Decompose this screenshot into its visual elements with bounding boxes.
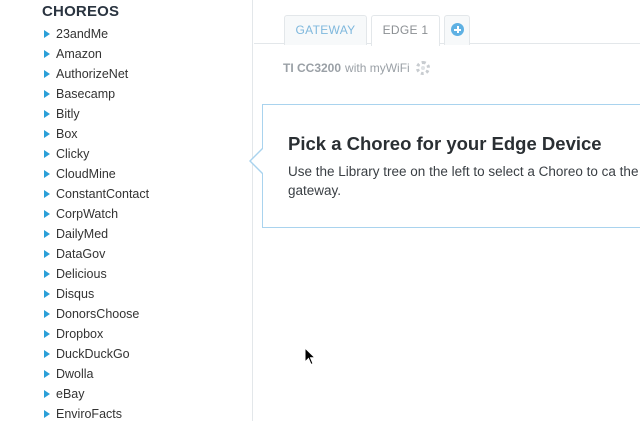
choreo-item[interactable]: CloudMine [44, 164, 149, 184]
choreo-item[interactable]: eBay [44, 384, 149, 404]
expand-triangle-icon[interactable] [44, 270, 50, 278]
expand-triangle-icon[interactable] [44, 210, 50, 218]
choreo-item[interactable]: Amazon [44, 44, 149, 64]
choreo-item[interactable]: DonorsChoose [44, 304, 149, 324]
expand-triangle-icon[interactable] [44, 190, 50, 198]
expand-triangle-icon[interactable] [44, 70, 50, 78]
choreo-item[interactable]: AuthorizeNet [44, 64, 149, 84]
callout-text: Use the Library tree on the left to sele… [288, 164, 639, 198]
pick-choreo-callout: Pick a Choreo for your Edge Device Use t… [249, 104, 640, 228]
add-tab-button[interactable] [444, 15, 470, 45]
choreo-label[interactable]: EnviroFacts [56, 407, 122, 421]
choreo-library-sidebar: CHOREOS 23andMe Amazon AuthorizeNet Base… [0, 0, 253, 421]
sidebar-heading: CHOREOS [42, 3, 120, 20]
expand-triangle-icon[interactable] [44, 330, 50, 338]
expand-triangle-icon[interactable] [44, 50, 50, 58]
expand-triangle-icon[interactable] [44, 30, 50, 38]
expand-triangle-icon[interactable] [44, 170, 50, 178]
choreo-item[interactable]: Basecamp [44, 84, 149, 104]
choreo-item[interactable]: Disqus [44, 284, 149, 304]
choreo-label[interactable]: Dropbox [56, 327, 103, 341]
choreo-label[interactable]: Clicky [56, 147, 89, 161]
choreo-label[interactable]: eBay [56, 387, 85, 401]
choreo-item[interactable]: Delicious [44, 264, 149, 284]
tab-edge-1[interactable]: EDGE 1 [371, 15, 440, 46]
expand-triangle-icon[interactable] [44, 250, 50, 258]
callout-title: Pick a Choreo for your Edge Device [288, 133, 602, 154]
choreo-label[interactable]: AuthorizeNet [56, 67, 128, 81]
expand-triangle-icon[interactable] [44, 310, 50, 318]
callout-pointer-fill [251, 148, 264, 174]
device-connection: with myWiFi [345, 61, 410, 75]
choreo-item[interactable]: Dwolla [44, 364, 149, 384]
choreo-item[interactable]: DuckDuckGo [44, 344, 149, 364]
expand-triangle-icon[interactable] [44, 230, 50, 238]
choreo-item[interactable]: 23andMe [44, 24, 149, 44]
expand-triangle-icon[interactable] [44, 350, 50, 358]
expand-triangle-icon[interactable] [44, 410, 50, 418]
choreo-label[interactable]: Disqus [56, 287, 94, 301]
choreo-item[interactable]: Bitly [44, 104, 149, 124]
choreo-label[interactable]: DuckDuckGo [56, 347, 130, 361]
choreo-label[interactable]: CloudMine [56, 167, 116, 181]
expand-triangle-icon[interactable] [44, 130, 50, 138]
expand-triangle-icon[interactable] [44, 290, 50, 298]
gear-icon[interactable] [415, 61, 430, 75]
tabs-bar: GATEWAY EDGE 1 [254, 0, 640, 46]
expand-triangle-icon[interactable] [44, 150, 50, 158]
device-name: TI CC3200 [283, 61, 342, 75]
device-info: TI CC3200 with myWiFi [283, 61, 430, 75]
choreo-item[interactable]: EnviroFacts [44, 404, 149, 421]
choreo-label[interactable]: Bitly [56, 107, 80, 121]
plus-circle-icon[interactable] [451, 23, 464, 36]
tab-gateway[interactable]: GATEWAY [284, 15, 367, 45]
choreo-label[interactable]: 23andMe [56, 27, 108, 41]
choreo-item[interactable]: ConstantContact [44, 184, 149, 204]
choreo-label[interactable]: Box [56, 127, 78, 141]
choreo-label[interactable]: CorpWatch [56, 207, 118, 221]
expand-triangle-icon[interactable] [44, 90, 50, 98]
choreo-label[interactable]: DailyMed [56, 227, 108, 241]
choreo-item[interactable]: DataGov [44, 244, 149, 264]
mouse-cursor-icon [304, 347, 316, 366]
choreo-label[interactable]: Delicious [56, 267, 107, 281]
choreo-item[interactable]: CorpWatch [44, 204, 149, 224]
choreo-item[interactable]: Box [44, 124, 149, 144]
expand-triangle-icon[interactable] [44, 390, 50, 398]
choreo-item[interactable]: DailyMed [44, 224, 149, 244]
choreo-item[interactable]: Clicky [44, 144, 149, 164]
choreo-label[interactable]: ConstantContact [56, 187, 149, 201]
expand-triangle-icon[interactable] [44, 370, 50, 378]
choreo-item[interactable]: Dropbox [44, 324, 149, 344]
choreo-label[interactable]: Dwolla [56, 367, 94, 381]
choreo-label[interactable]: DataGov [56, 247, 105, 261]
choreo-list: 23andMe Amazon AuthorizeNet Basecamp Bit… [44, 24, 149, 421]
choreo-label[interactable]: Basecamp [56, 87, 115, 101]
expand-triangle-icon[interactable] [44, 110, 50, 118]
choreo-label[interactable]: DonorsChoose [56, 307, 139, 321]
choreo-label[interactable]: Amazon [56, 47, 102, 61]
